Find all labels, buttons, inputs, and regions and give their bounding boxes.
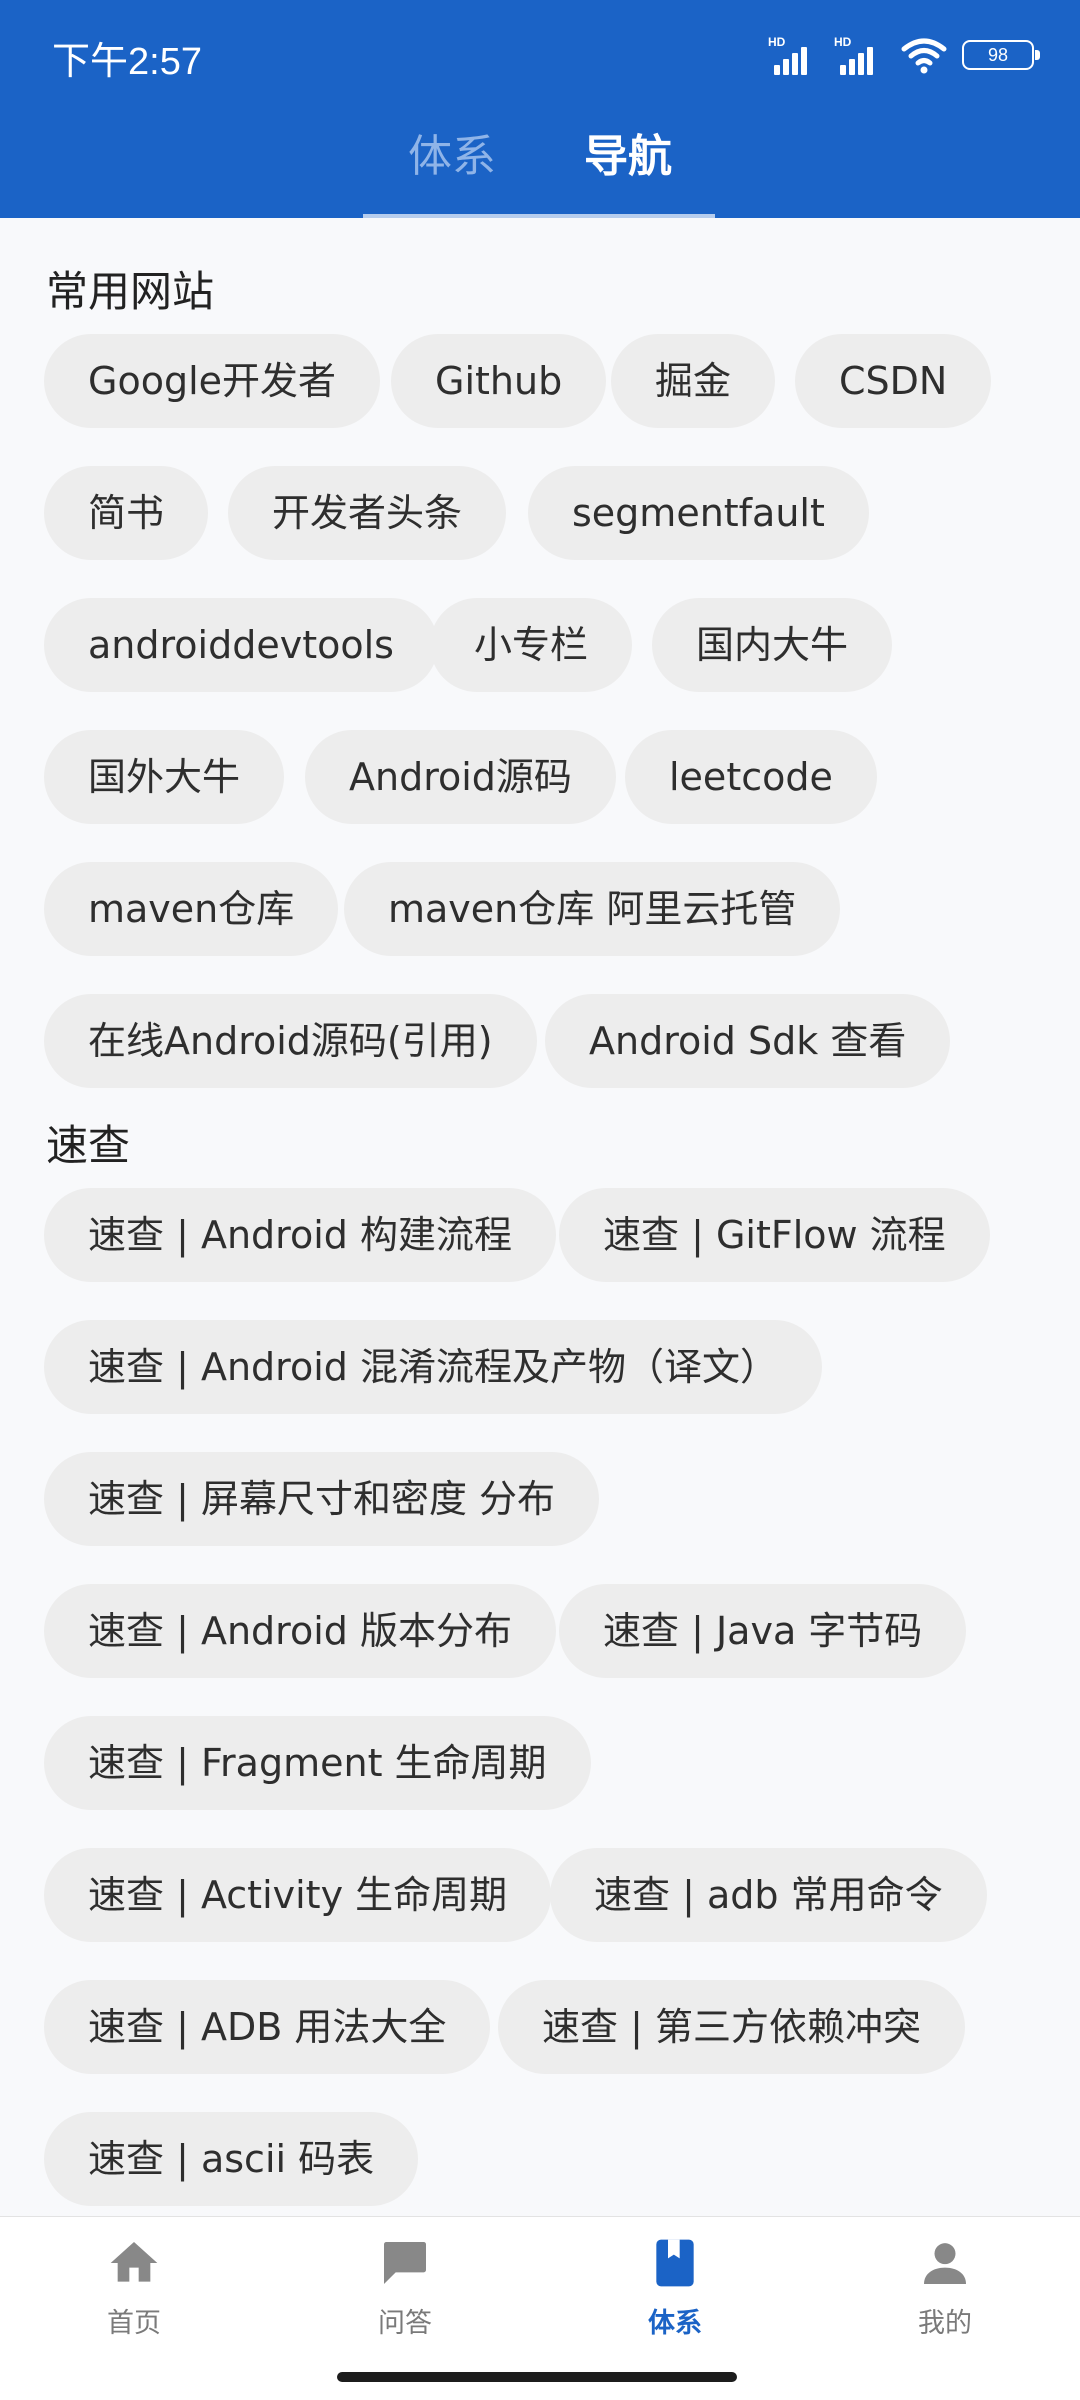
navigation-content[interactable]: 常用网站 Google开发者 Github 掘金 CSDN 简书 开发者头条 s… [0, 220, 1080, 2216]
cheatsheet-chip[interactable]: 速查 | Android 版本分布 [44, 1584, 556, 1678]
top-tabs: 体系 导航 [0, 108, 1080, 218]
wifi-icon [901, 38, 947, 74]
site-chip[interactable]: maven仓库 [44, 862, 339, 956]
site-chip[interactable]: CSDN [795, 334, 992, 428]
nav-qa[interactable]: 问答 [335, 2235, 475, 2340]
site-chip[interactable]: 开发者头条 [228, 466, 507, 560]
status-icons: HD HD 98 [768, 30, 1040, 80]
site-chip[interactable]: androiddevtools [44, 598, 438, 692]
nav-label: 体系 [648, 2308, 702, 2339]
site-chip[interactable]: 国内大牛 [652, 598, 893, 692]
signal-icon: HD [768, 35, 820, 75]
cheatsheet-chip[interactable]: 速查 | adb 常用命令 [550, 1848, 987, 1942]
site-chip[interactable]: 在线Android源码(引用) [44, 994, 537, 1088]
tab-system[interactable]: 体系 [408, 120, 496, 184]
status-time: 下午2:57 [52, 41, 202, 83]
site-chip[interactable]: Android源码 [305, 730, 616, 824]
cheatsheet-chip[interactable]: 速查 | Fragment 生命周期 [44, 1716, 591, 1810]
nav-label: 我的 [918, 2308, 972, 2339]
cheatsheet-chip[interactable]: 速查 | Activity 生命周期 [44, 1848, 552, 1942]
bookmark-book-icon [656, 2239, 694, 2287]
site-chip[interactable]: Github [391, 334, 607, 428]
nav-label: 问答 [378, 2308, 432, 2339]
cheatsheet-chip[interactable]: 速查 | 第三方依赖冲突 [498, 1980, 965, 2074]
tab-navigation[interactable]: 导航 [584, 120, 672, 184]
bottom-navigation: 首页 问答 体系 我的 [0, 2216, 1080, 2400]
battery-level: 98 [987, 44, 1009, 65]
chat-icon [384, 2242, 426, 2284]
cheatsheet-chip[interactable]: 速查 | Java 字节码 [559, 1584, 967, 1678]
section-title: 速查 [46, 1121, 131, 1170]
nav-label: 首页 [107, 2308, 161, 2339]
site-chip[interactable]: maven仓库 阿里云托管 [344, 862, 841, 956]
nav-home[interactable]: 首页 [64, 2235, 204, 2340]
site-chip[interactable]: 小专栏 [430, 598, 633, 692]
app-header: 下午2:57 HD HD 98 体系 导航 [0, 0, 1080, 218]
site-chip[interactable]: 国外大牛 [44, 730, 285, 824]
home-indicator[interactable] [337, 2372, 737, 2382]
site-chip[interactable]: 简书 [44, 466, 209, 560]
cheatsheet-chip[interactable]: 速查 | Android 混淆流程及产物（译文） [44, 1320, 822, 1414]
cheatsheet-chip[interactable]: 速查 | ascii 码表 [44, 2112, 419, 2206]
site-chip[interactable]: Google开发者 [44, 334, 381, 428]
nav-mine[interactable]: 我的 [875, 2235, 1015, 2340]
site-chip[interactable]: segmentfault [528, 466, 869, 560]
site-chip[interactable]: Android Sdk 查看 [545, 994, 951, 1088]
cheatsheet-chip[interactable]: 速查 | ADB 用法大全 [44, 1980, 491, 2074]
tab-indicator [363, 214, 715, 218]
signal-icon: HD [834, 35, 886, 75]
person-icon [924, 2243, 966, 2284]
cheatsheet-chip[interactable]: 速查 | Android 构建流程 [44, 1188, 556, 1282]
cheatsheet-chip[interactable]: 速查 | 屏幕尺寸和密度 分布 [44, 1452, 600, 1546]
cheatsheet-chip[interactable]: 速查 | GitFlow 流程 [559, 1188, 990, 1282]
site-chip[interactable]: leetcode [625, 730, 877, 824]
home-icon [110, 2242, 158, 2282]
battery-icon: 98 [962, 40, 1040, 70]
site-chip[interactable]: 掘金 [611, 334, 776, 428]
section-title: 常用网站 [46, 267, 215, 316]
nav-system[interactable]: 体系 [605, 2235, 745, 2340]
